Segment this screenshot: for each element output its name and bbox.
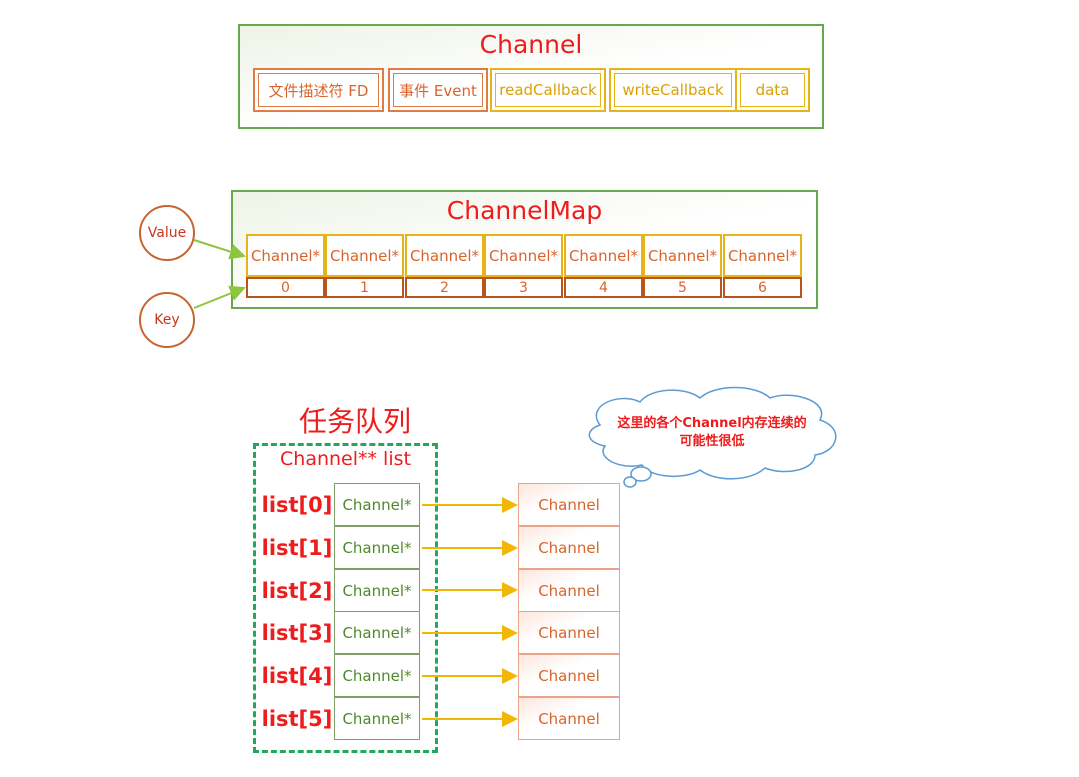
key-arrow xyxy=(193,285,246,309)
connectors-layer xyxy=(193,239,837,727)
pointer-arrows xyxy=(422,497,518,727)
value-arrow xyxy=(193,239,246,260)
cloud-note-text: 这里的各个Channel内存连续的可能性很低 xyxy=(617,416,807,449)
